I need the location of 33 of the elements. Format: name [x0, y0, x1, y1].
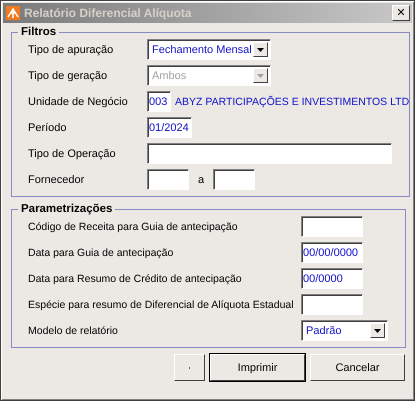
group-title: Parametrizações — [20, 203, 114, 215]
field-label: Unidade de Negócio — [28, 96, 129, 108]
code-field[interactable]: 003 — [147, 91, 171, 112]
dialog-button[interactable]: Imprimir — [210, 354, 305, 381]
input-field[interactable]: 00/00/0000 — [301, 242, 363, 263]
field-label: Tipo de apuração — [28, 44, 114, 56]
field-label: Fornecedor — [28, 174, 86, 186]
input-field[interactable] — [301, 294, 363, 315]
field-label: Código de Receita para Guia de antecipação — [28, 220, 239, 232]
input-field[interactable] — [147, 143, 392, 164]
caret-icon[interactable] — [370, 323, 385, 338]
field-label: Período — [28, 122, 68, 134]
input-field[interactable]: 00/0000 — [301, 268, 363, 289]
field-label: Data para Resumo de Crédito de antecipação — [28, 272, 243, 284]
period-field[interactable]: 01/2024 — [147, 117, 192, 138]
window-title: Relatório Diferencial Alíquota — [24, 6, 193, 20]
app-icon — [6, 6, 20, 20]
field-label: Modelo de relatório — [28, 324, 119, 336]
input-field[interactable] — [301, 216, 363, 237]
dropdown[interactable]: Fechamento Mensal — [147, 39, 271, 60]
dialog-button[interactable]: Cancelar — [310, 354, 405, 381]
range-separator: a — [198, 174, 204, 186]
field-label: Espécie para resumo de Diferencial de Alíquota Estadual — [28, 298, 295, 310]
to-field[interactable] — [213, 169, 256, 190]
field-label: Data para Guia de antecipação — [28, 246, 174, 258]
field-label: Tipo de geração — [28, 70, 108, 82]
unit-name: ABYZ PARTICIPAÇÕES E INVESTIMENTOS LTD — [175, 96, 410, 108]
field-label: Tipo de Operação — [28, 148, 117, 160]
caret-icon[interactable] — [253, 42, 268, 57]
from-field[interactable] — [147, 169, 189, 190]
dropdown[interactable]: Padrão — [301, 320, 388, 341]
group-title: Filtros — [20, 26, 58, 38]
dialog-button[interactable]: · — [174, 354, 205, 381]
